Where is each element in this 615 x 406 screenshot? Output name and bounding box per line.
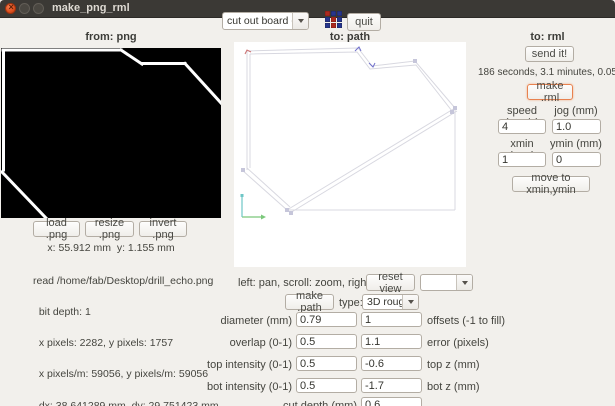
send-it-button[interactable]: send it! [525, 46, 574, 62]
bot-z-label: bot z (mm) [427, 381, 480, 393]
fab-modules-icon [325, 11, 342, 28]
path-preview-canvas[interactable] [234, 42, 466, 267]
bot-intensity-input[interactable] [296, 378, 357, 393]
top-z-input[interactable] [361, 356, 422, 371]
top-intensity-input[interactable] [296, 356, 357, 371]
ymin-input[interactable] [552, 152, 601, 167]
overlap-input[interactable] [296, 334, 357, 349]
offsets-input[interactable] [361, 312, 422, 327]
bot-intensity-label: bot intensity (0-1) [207, 381, 292, 393]
invert-png-button[interactable]: invert .png [139, 217, 187, 241]
info-read-path: read /home/fab/Desktop/drill_echo.png [33, 274, 214, 287]
make-rml-button[interactable]: make .rml [527, 80, 573, 104]
make-path-button[interactable]: make .path [285, 290, 334, 314]
type-label: type: [339, 297, 363, 309]
toolpath-drawing [240, 46, 458, 220]
diameter-input[interactable] [296, 312, 357, 327]
chevron-down-icon [292, 13, 308, 29]
move-to-xmin-ymin-button[interactable]: move to xmin,ymin [512, 172, 590, 196]
error-label: error (pixels) [427, 337, 489, 349]
path-type-value: 3D rough [367, 296, 402, 308]
info-bit-depth: bit depth: 1 [33, 306, 91, 319]
png-trace-image [0, 47, 224, 221]
png-panel-title: from: png [85, 31, 137, 43]
resize-png-button[interactable]: resize .png [85, 217, 134, 241]
view-select-dropdown[interactable] [420, 274, 473, 291]
error-input[interactable] [361, 334, 422, 349]
preset-dropdown-value: cut out board (1/32) [227, 15, 292, 27]
overlap-label: overlap (0-1) [229, 337, 292, 349]
info-dimensions: dx: 38.641289 mm, dy: 29.751423 mm [33, 399, 219, 406]
jog-label: jog (mm) [554, 105, 598, 117]
xmin-input[interactable] [498, 152, 546, 167]
png-info-block: read /home/fab/Desktop/drill_echo.png bi… [33, 255, 219, 406]
top-z-label: top z (mm) [427, 359, 480, 371]
info-pixels-per-m: x pixels/m: 59056, y pixels/m: 59056 [33, 368, 209, 381]
rml-panel-title: to: rml [530, 31, 565, 43]
offsets-label: offsets (-1 to fill) [427, 315, 506, 327]
window-title: make_png_rml [52, 2, 130, 14]
window-close-icon[interactable] [5, 2, 16, 14]
jog-input[interactable] [552, 119, 601, 134]
ymin-label: ymin (mm) [550, 138, 602, 150]
chevron-down-icon [402, 295, 418, 309]
cut-depth-input[interactable] [361, 397, 422, 406]
preset-dropdown[interactable]: cut out board (1/32) [222, 12, 309, 30]
cut-depth-label: cut depth (mm) [283, 400, 357, 406]
quit-button[interactable]: quit [347, 13, 381, 31]
estimated-time-text: 186 seconds, 3.1 minutes, 0.05 hour [478, 67, 615, 78]
window-maximize-icon[interactable] [33, 3, 44, 14]
chevron-down-icon [456, 275, 472, 290]
load-png-button[interactable]: load .png [33, 217, 80, 241]
cursor-position-readout: x: 55.912 mm y: 1.155 mm [47, 242, 175, 254]
path-type-dropdown[interactable]: 3D rough [362, 294, 419, 310]
make-png-rml-window: make_png_rml cut out board (1/32) quit f… [0, 0, 615, 406]
png-preview-canvas[interactable] [0, 47, 224, 221]
info-pixels: x pixels: 2282, y pixels: 1757 [33, 337, 174, 350]
top-intensity-label: top intensity (0-1) [207, 359, 292, 371]
diameter-label: diameter (mm) [220, 315, 292, 327]
bot-z-input[interactable] [361, 378, 422, 393]
window-minimize-icon[interactable] [19, 3, 30, 14]
reset-view-button[interactable]: reset view [366, 271, 415, 295]
speed-input[interactable] [498, 119, 546, 134]
